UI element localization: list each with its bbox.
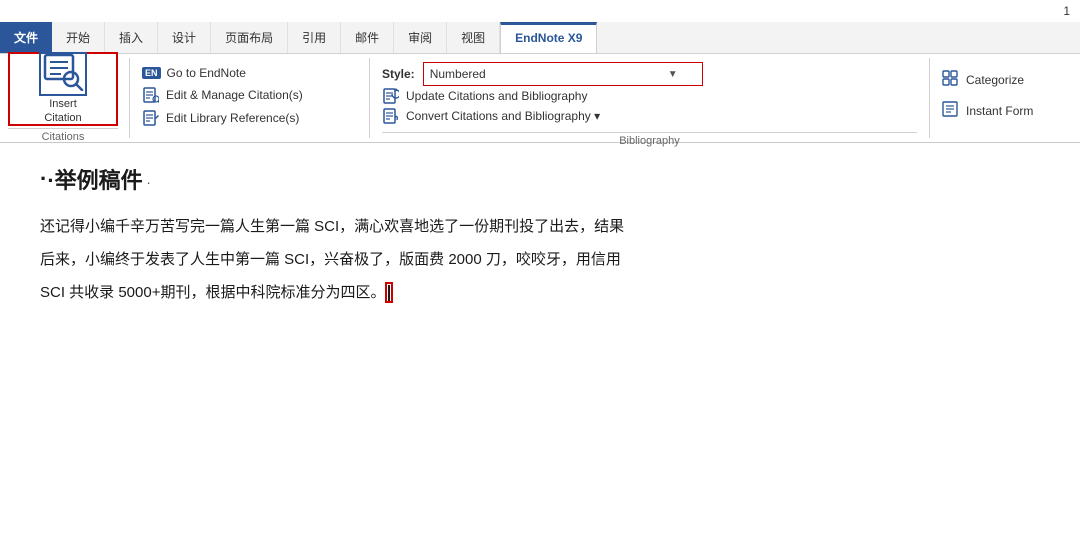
tab-row: 文件 开始 插入 设计 页面布局 引用 邮件 审阅 视图 EndNote X9 — [0, 22, 1080, 54]
document-paragraph-1: 还记得小编千辛万苦写完一篇人生第一篇 SCI，满心欢喜地选了一份期刊投了出去，结… — [40, 213, 1040, 240]
tab-design[interactable]: 设计 — [158, 22, 211, 53]
instant-form-button[interactable]: Instant Form — [942, 99, 1068, 122]
citations-group-label: Citations — [8, 128, 118, 145]
categorize-button[interactable]: Categorize — [942, 68, 1068, 91]
convert-citations-icon — [382, 108, 400, 124]
bibliography-group-label: Bibliography — [382, 132, 917, 149]
style-dropdown[interactable]: Numbered ▼ — [423, 62, 703, 86]
tab-insert[interactable]: 插入 — [105, 22, 158, 53]
instant-form-icon — [942, 101, 960, 120]
style-value: Numbered — [430, 67, 486, 81]
goto-endnote-label: Go to EndNote — [167, 66, 246, 80]
tab-references[interactable]: 引用 — [288, 22, 341, 53]
convert-citations-button[interactable]: Convert Citations and Bibliography ▾ — [382, 106, 917, 126]
update-citations-icon — [382, 88, 400, 104]
tab-review[interactable]: 审阅 — [394, 22, 447, 53]
categorize-icon — [942, 70, 960, 89]
tab-view[interactable]: 视图 — [447, 22, 500, 53]
edit-library-reference-button[interactable]: Edit Library Reference(s) — [142, 108, 357, 128]
command-area: Insert Citation Citations EN Go to EndNo… — [0, 54, 1080, 142]
group-citations: EN Go to EndNote Edit & — [130, 58, 370, 138]
tab-endnote[interactable]: EndNote X9 — [500, 22, 597, 53]
page-number: 1 — [1063, 4, 1070, 18]
insert-citation-icon — [39, 52, 87, 96]
text-cursor-box — [385, 282, 393, 303]
top-bar: 1 — [0, 0, 1080, 22]
heading-cursor: . — [147, 171, 151, 187]
edit-manage-citation-label: Edit & Manage Citation(s) — [166, 88, 303, 102]
convert-citations-label: Convert Citations and Bibliography ▾ — [406, 109, 600, 123]
document-area: · ·举例稿件 . 还记得小编千辛万苦写完一篇人生第一篇 SCI，满心欢喜地选了… — [0, 143, 1080, 332]
document-paragraph-3: SCI 共收录 5000+期刊，根据中科院标准分为四区。 — [40, 279, 1040, 306]
style-dropdown-arrow: ▼ — [668, 69, 678, 80]
update-citations-label: Update Citations and Bibliography — [406, 89, 587, 103]
insert-citation-button[interactable]: Insert Citation — [8, 52, 118, 126]
edit-library-reference-label: Edit Library Reference(s) — [166, 111, 299, 125]
edit-citation-icon — [142, 87, 160, 103]
group-bibliography: Style: Numbered ▼ — [370, 58, 930, 138]
tab-home[interactable]: 开始 — [52, 22, 105, 53]
insert-citation-label: Insert Citation — [44, 98, 81, 124]
goto-endnote-button[interactable]: EN Go to EndNote — [142, 64, 357, 82]
heading-text: ·举例稿件 — [47, 163, 142, 195]
instant-form-label: Instant Form — [966, 104, 1033, 118]
document-heading: · ·举例稿件 . — [40, 163, 1040, 195]
style-row: Style: Numbered ▼ — [382, 62, 917, 86]
group-right: Categorize Instant Form — [930, 58, 1080, 138]
categorize-label: Categorize — [966, 73, 1024, 87]
text-cursor — [388, 285, 390, 301]
tab-mailings[interactable]: 邮件 — [341, 22, 394, 53]
heading-bullet: · — [40, 166, 47, 192]
group-insert-citation: Insert Citation Citations — [0, 58, 130, 138]
tab-layout[interactable]: 页面布局 — [211, 22, 288, 53]
ribbon: 文件 开始 插入 设计 页面布局 引用 邮件 审阅 视图 EndNote X9 — [0, 22, 1080, 143]
library-reference-icon — [142, 110, 160, 126]
edit-manage-citation-button[interactable]: Edit & Manage Citation(s) — [142, 85, 357, 105]
update-citations-button[interactable]: Update Citations and Bibliography — [382, 86, 917, 106]
style-label: Style: — [382, 67, 415, 81]
document-paragraph-2: 后来，小编终于发表了人生中第一篇 SCI，兴奋极了，版面费 2000 刀，咬咬牙… — [40, 246, 1040, 273]
tab-file[interactable]: 文件 — [0, 22, 52, 53]
en-badge-icon: EN — [142, 67, 161, 79]
